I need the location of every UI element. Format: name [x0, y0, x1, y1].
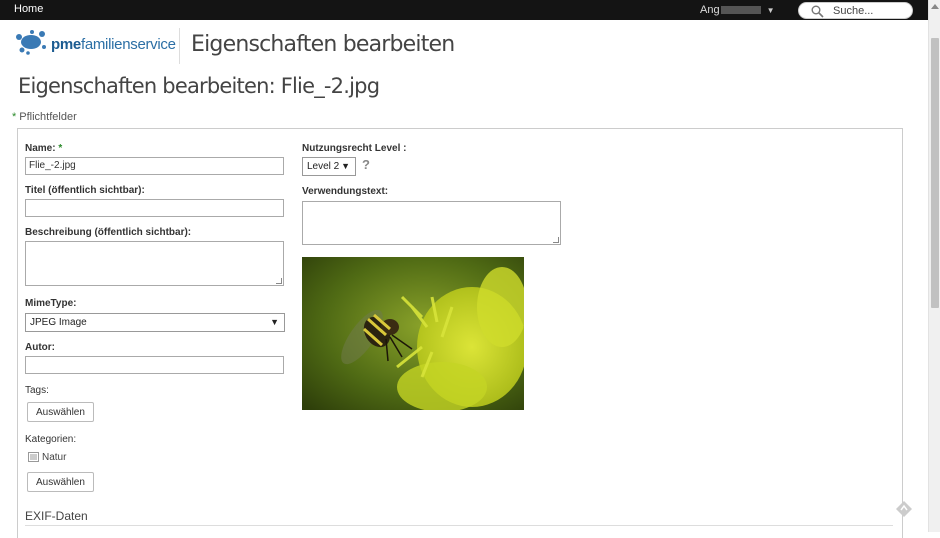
resize-grip-icon[interactable]: [276, 278, 282, 284]
scroll-up-icon[interactable]: [931, 4, 939, 9]
nutzungsrecht-select[interactable]: Level 2 ▼: [302, 157, 356, 176]
tags-label: Tags:: [25, 385, 49, 396]
mimetype-value: JPEG Image: [30, 317, 87, 328]
user-menu[interactable]: Ang ▼: [700, 4, 775, 16]
name-required-star: *: [58, 143, 63, 154]
exif-heading: EXIF-Daten: [25, 509, 88, 523]
name-field[interactable]: Flie_-2.jpg: [25, 157, 284, 175]
user-name: Ang: [700, 4, 720, 16]
select-arrow-icon: ▼: [341, 161, 350, 171]
titel-label: Titel (öffentlich sichtbar):: [25, 185, 145, 196]
logo-text[interactable]: pmefamilienservice: [51, 36, 176, 53]
page-title: Eigenschaften bearbeiten: Flie_-2.jpg: [18, 74, 380, 98]
verwendungstext-label: Verwendungstext:: [302, 186, 389, 197]
titel-field[interactable]: [25, 199, 284, 217]
name-label-text: Name:: [25, 143, 56, 154]
search-icon: [811, 5, 824, 18]
home-link[interactable]: Home: [14, 3, 43, 15]
image-preview: [302, 257, 524, 410]
logo-splash-icon: [16, 30, 46, 55]
verwendungstext-textarea[interactable]: [302, 201, 561, 245]
name-label: Name: *: [25, 143, 62, 154]
autor-label: Autor:: [25, 342, 55, 353]
user-name-redacted: [720, 6, 761, 15]
exif-divider: [25, 525, 893, 526]
logo-prefix: pme: [51, 36, 81, 53]
header-title: Eigenschaften bearbeiten: [191, 32, 455, 57]
kategorien-label: Kategorien:: [25, 434, 77, 445]
beschreibung-textarea[interactable]: [25, 241, 284, 286]
mimetype-select[interactable]: JPEG Image ▼: [25, 313, 285, 332]
search-placeholder: Suche...: [833, 5, 874, 17]
nutzungsrecht-label: Nutzungsrecht Level :: [302, 143, 407, 154]
scrollbar-thumb[interactable]: [931, 38, 939, 308]
logo-suffix: familienservice: [80, 36, 176, 53]
required-note-text: Pflichtfelder: [19, 111, 77, 123]
required-star: *: [12, 111, 17, 123]
kategorie-natur: Natur: [42, 452, 67, 464]
nutzungsrecht-value: Level 2: [307, 161, 340, 172]
help-icon[interactable]: ?: [362, 157, 370, 172]
page-scrollbar[interactable]: [928, 0, 940, 532]
search-input[interactable]: Suche...: [798, 2, 913, 19]
document-icon: [28, 452, 39, 462]
top-bar: Home Ang ▼ Suche...: [0, 0, 928, 20]
mimetype-label: MimeType:: [25, 298, 77, 309]
kategorie-item: Natur: [28, 452, 66, 463]
tags-select-button[interactable]: Auswählen: [27, 402, 94, 422]
required-note: * Pflichtfelder: [12, 111, 77, 123]
beschreibung-label: Beschreibung (öffentlich sichtbar):: [25, 227, 192, 238]
select-arrow-icon: ▼: [270, 317, 279, 327]
autor-field[interactable]: [25, 356, 284, 374]
corner-badge-icon[interactable]: [895, 500, 913, 518]
header-divider: [179, 28, 180, 64]
caret-down-icon: ▼: [766, 6, 775, 15]
kategorien-select-button[interactable]: Auswählen: [27, 472, 94, 492]
resize-grip-icon[interactable]: [553, 237, 559, 243]
